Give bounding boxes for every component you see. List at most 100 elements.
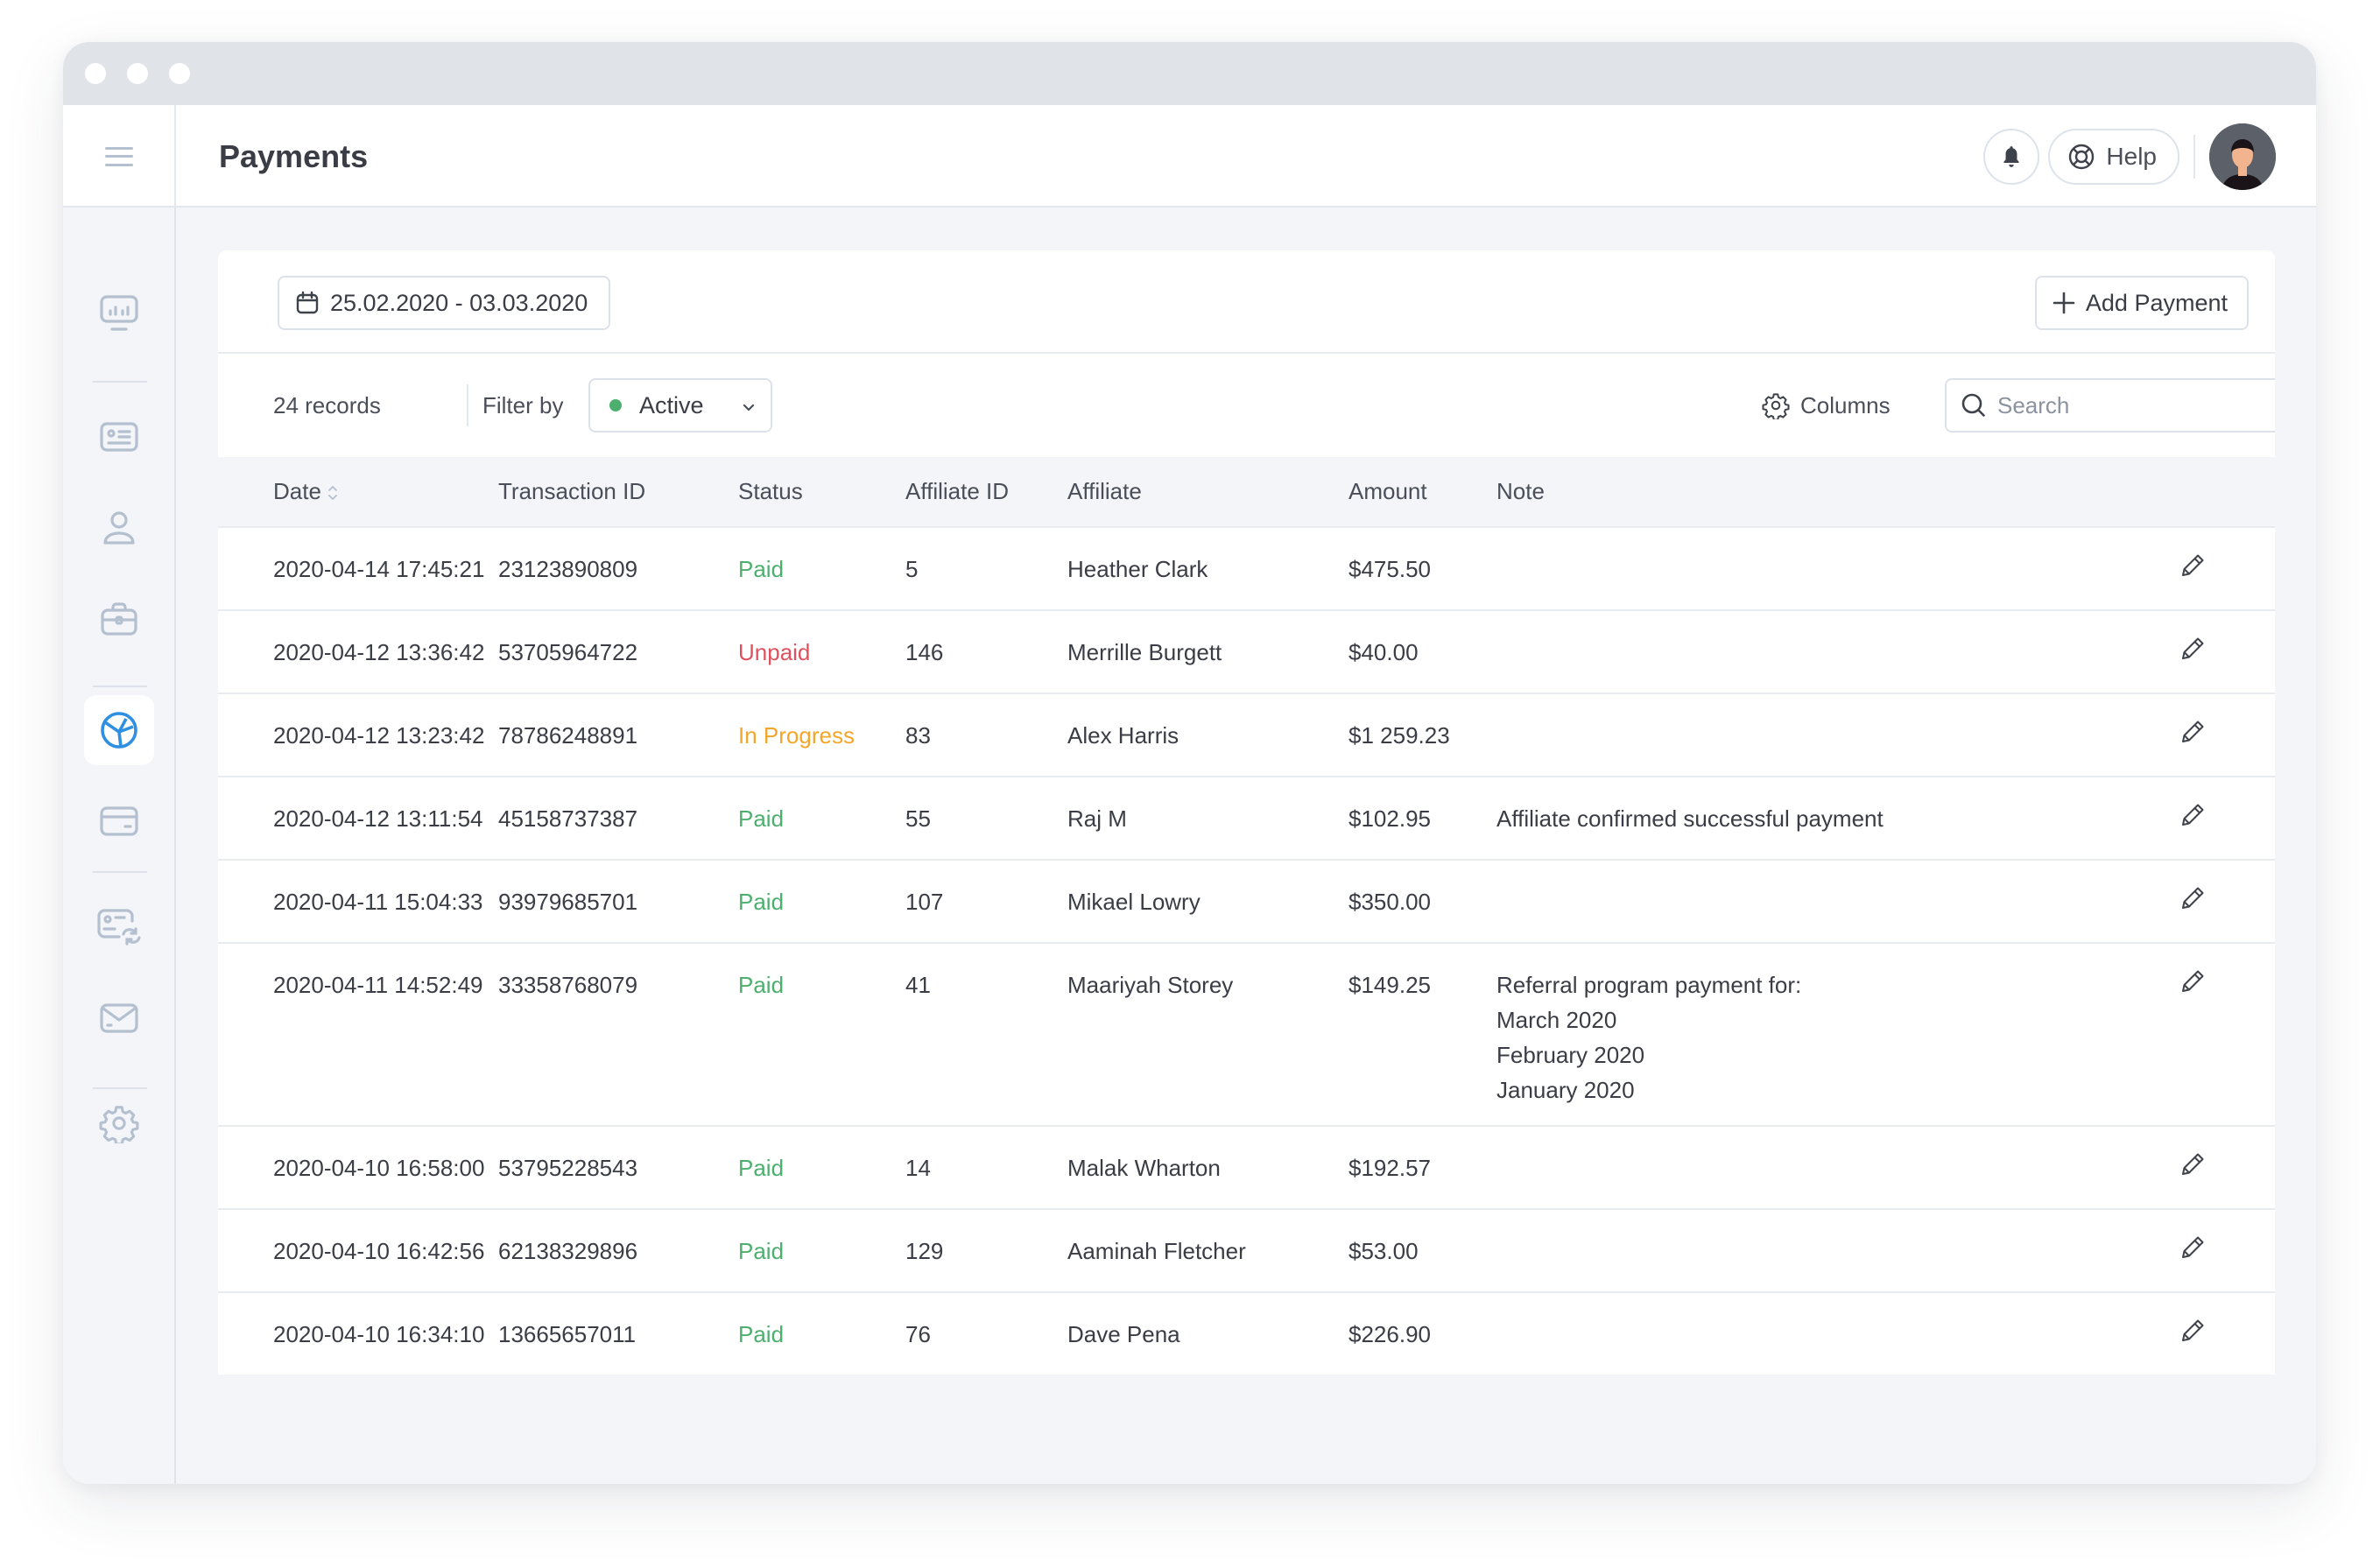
table-row[interactable]: 2020-04-11 14:52:49 33358768079 Paid 41 Maar… — [218, 943, 2275, 1126]
status-badge: Paid — [738, 556, 785, 582]
search-field[interactable] — [1945, 378, 2275, 432]
briefcase-icon — [101, 602, 137, 636]
date-filter-bar: 25.02.2020 - 03.03.2020 Add Payment — [218, 250, 2275, 354]
sidebar-item-messages[interactable] — [84, 983, 154, 1053]
search-input[interactable] — [1997, 391, 2275, 419]
status-filter-value: Active — [639, 391, 704, 418]
cell-transaction-id: 53795228543 — [498, 1155, 638, 1181]
sidebar-item-profile-card[interactable] — [84, 402, 154, 472]
window-dot-2[interactable] — [127, 63, 148, 84]
edit-payment-button[interactable] — [2179, 636, 2206, 669]
sidebar-item-users[interactable] — [84, 493, 154, 563]
sidebar-item-offers[interactable] — [84, 584, 154, 654]
sidebar-item-dashboard[interactable] — [84, 278, 154, 348]
window-dot-3[interactable] — [169, 63, 190, 84]
note-line: February 2020 — [1496, 1042, 1645, 1068]
cell-status: Paid — [738, 943, 905, 1126]
edit-payment-button[interactable] — [2179, 1318, 2206, 1351]
cell-actions — [2109, 527, 2275, 610]
cell-amount: $226.90 — [1348, 1321, 1431, 1347]
cell-status: Paid — [738, 527, 905, 610]
cell-amount: $350.00 — [1348, 889, 1431, 915]
column-header-amount[interactable]: Amount — [1348, 457, 1496, 527]
cell-affiliate: Alex Harris — [1067, 722, 1179, 749]
pencil-edit-icon — [2181, 970, 2203, 992]
active-status-dot — [609, 399, 622, 411]
cell-date: 2020-04-11 14:52:49 — [273, 972, 483, 998]
card-sync-icon — [97, 909, 141, 946]
column-header-status[interactable]: Status — [738, 457, 905, 527]
column-header-note[interactable]: Note — [1496, 457, 2109, 527]
chevron-down-icon — [743, 404, 755, 411]
cell-affiliate-id: 146 — [905, 639, 944, 665]
help-button[interactable]: Help — [2048, 128, 2179, 185]
table-row[interactable]: 2020-04-10 16:42:56 62138329896 Paid 129 Aam… — [218, 1209, 2275, 1292]
table-row[interactable]: 2020-04-12 13:11:54 45158737387 Paid 55 Raj … — [218, 777, 2275, 860]
status-filter-dropdown[interactable]: Active — [588, 378, 772, 432]
column-header-affiliate[interactable]: Affiliate — [1067, 457, 1348, 527]
menu-toggle-button[interactable] — [63, 105, 176, 207]
date-range-picker[interactable]: 25.02.2020 - 03.03.2020 — [278, 276, 611, 330]
cell-status: Paid — [738, 860, 905, 943]
cell-affiliate-id: 129 — [905, 1238, 944, 1264]
sidebar-item-settings[interactable] — [84, 1088, 154, 1158]
cell-actions — [2109, 943, 2275, 1126]
sidebar-item-payments[interactable] — [84, 695, 154, 765]
cell-transaction-id: 78786248891 — [498, 722, 638, 749]
status-badge: Paid — [738, 972, 785, 998]
dashboard-monitor-icon — [100, 295, 138, 331]
cell-date: 2020-04-10 16:42:56 — [273, 1238, 485, 1264]
cell-amount: $40.00 — [1348, 639, 1419, 665]
table-row[interactable]: 2020-04-11 15:04:33 93979685701 Paid 107 Mik… — [218, 860, 2275, 943]
table-row[interactable]: 2020-04-10 16:34:10 13665657011 Paid 76 Dave… — [218, 1292, 2275, 1375]
filter-by-label: Filter by — [482, 391, 564, 418]
cell-amount: $1 259.23 — [1348, 722, 1450, 749]
payments-card: 25.02.2020 - 03.03.2020 Add Payment 24 r… — [218, 250, 2275, 1375]
edit-payment-button[interactable] — [2179, 885, 2206, 918]
edit-payment-button[interactable] — [2179, 719, 2206, 752]
column-header-affiliate-id[interactable]: Affiliate ID — [905, 457, 1067, 527]
cell-note — [1496, 527, 2109, 610]
notifications-button[interactable] — [1983, 128, 2040, 185]
cell-amount: $192.57 — [1348, 1155, 1431, 1181]
cell-transaction-id: 33358768079 — [498, 972, 638, 998]
table-row[interactable]: 2020-04-12 13:36:42 53705964722 Unpaid 146 M… — [218, 610, 2275, 693]
edit-payment-button[interactable] — [2179, 1151, 2206, 1185]
pencil-edit-icon — [2181, 804, 2203, 826]
cell-note — [1496, 693, 2109, 777]
edit-payment-button[interactable] — [2179, 802, 2206, 835]
cell-actions — [2109, 1126, 2275, 1209]
cell-note — [1496, 1209, 2109, 1292]
sort-icon[interactable] — [327, 483, 339, 503]
column-header-date[interactable]: Date — [218, 457, 498, 527]
search-icon — [1961, 393, 1985, 417]
calendar-icon — [296, 291, 319, 314]
sidebar-item-recurring[interactable] — [84, 892, 154, 962]
id-card-icon — [100, 422, 138, 452]
settings-gear-icon — [99, 1106, 139, 1143]
cell-affiliate-id: 107 — [905, 889, 944, 915]
sidebar-divider — [93, 381, 147, 383]
user-avatar[interactable] — [2209, 123, 2276, 190]
note-line: January 2020 — [1496, 1077, 1635, 1103]
cell-amount: $53.00 — [1348, 1238, 1419, 1264]
edit-payment-button[interactable] — [2179, 552, 2206, 586]
table-row[interactable]: 2020-04-12 13:23:42 78786248891 In Progres… — [218, 693, 2275, 777]
window-dot-1[interactable] — [85, 63, 106, 84]
pencil-edit-icon — [2181, 1153, 2203, 1175]
sidebar-item-billing[interactable] — [84, 786, 154, 856]
cell-transaction-id: 93979685701 — [498, 889, 638, 915]
columns-label: Columns — [1800, 391, 1891, 418]
column-header-transaction-id[interactable]: Transaction ID — [498, 457, 738, 527]
columns-button[interactable]: Columns — [1762, 354, 1891, 457]
table-row[interactable]: 2020-04-10 16:58:00 53795228543 Paid 14 Mala… — [218, 1126, 2275, 1209]
cell-date: 2020-04-14 17:45:21 — [273, 556, 485, 582]
cell-affiliate: Aaminah Fletcher — [1067, 1238, 1246, 1264]
table-row[interactable]: 2020-04-14 17:45:21 23123890809 Paid 5 Heath… — [218, 527, 2275, 610]
add-payment-button[interactable]: Add Payment — [2034, 276, 2249, 330]
cell-amount: $102.95 — [1348, 805, 1431, 832]
status-badge: Unpaid — [738, 639, 811, 665]
edit-payment-button[interactable] — [2179, 1234, 2206, 1268]
edit-payment-button[interactable] — [2179, 968, 2206, 1002]
cell-actions — [2109, 1292, 2275, 1375]
